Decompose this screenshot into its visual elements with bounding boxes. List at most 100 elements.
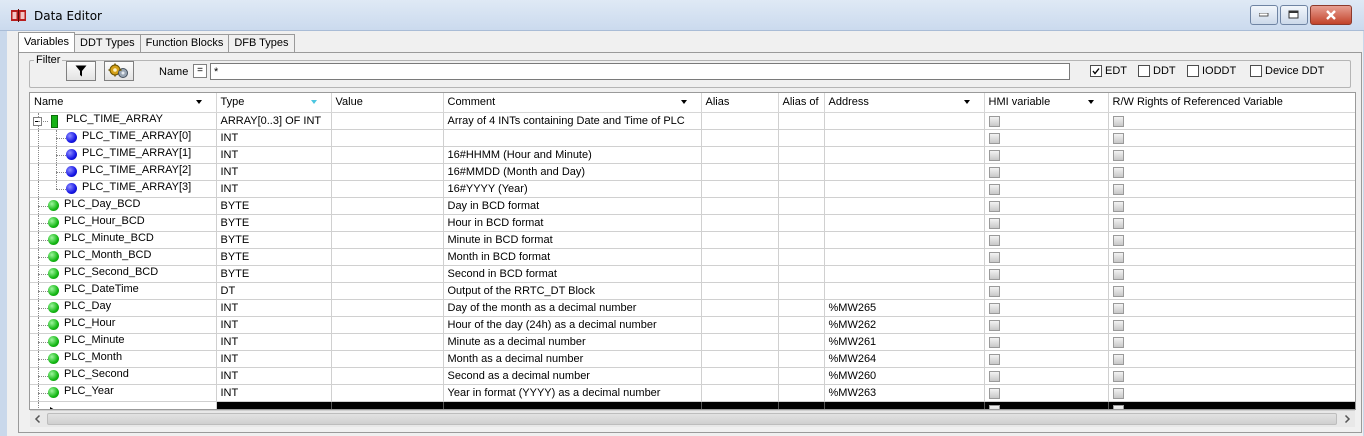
ioddt-checkbox[interactable]: IODDT xyxy=(1187,65,1236,77)
column-header-type[interactable]: Type xyxy=(216,93,332,113)
alias-cell[interactable] xyxy=(701,299,779,317)
value-cell[interactable] xyxy=(331,146,444,164)
new-entry-cell[interactable] xyxy=(701,401,779,409)
comment-cell[interactable]: Hour of the day (24h) as a decimal numbe… xyxy=(443,316,702,334)
name-cell[interactable]: PLC_Day_BCD xyxy=(30,197,217,215)
rw-checkbox-icon[interactable] xyxy=(1112,252,1124,263)
alias-cell[interactable] xyxy=(701,112,779,130)
table-row[interactable]: PLC_Year INT Year in format (YYYY) as a de… xyxy=(30,384,1355,402)
type-cell[interactable]: INT xyxy=(216,384,332,402)
tab-variables[interactable]: Variables xyxy=(18,32,76,52)
address-cell[interactable]: %MW262 xyxy=(824,316,985,334)
type-cell[interactable]: INT xyxy=(216,367,332,385)
name-cell[interactable]: PLC_DateTime xyxy=(30,282,217,300)
value-cell[interactable] xyxy=(331,316,444,334)
hmi-checkbox-icon[interactable] xyxy=(988,269,1000,280)
column-header-value[interactable]: Value xyxy=(331,93,444,113)
name-cell[interactable]: PLC_Month xyxy=(30,350,217,368)
type-cell[interactable]: BYTE xyxy=(216,197,332,215)
new-entry-cell[interactable] xyxy=(824,401,985,409)
comment-cell[interactable]: 16#MMDD (Month and Day) xyxy=(443,163,702,181)
type-cell[interactable]: BYTE xyxy=(216,265,332,283)
maximize-button[interactable] xyxy=(1280,5,1308,25)
address-cell[interactable] xyxy=(824,197,985,215)
column-header-alias[interactable]: Alias xyxy=(701,93,779,113)
edt-checkbox[interactable]: EDT xyxy=(1090,65,1127,77)
alias-cell[interactable] xyxy=(701,316,779,334)
name-cell[interactable]: PLC_Hour xyxy=(30,316,217,334)
address-cell[interactable] xyxy=(824,112,985,130)
rw-rights-cell[interactable] xyxy=(1108,265,1355,283)
alias-of-cell[interactable] xyxy=(778,214,825,232)
alias-cell[interactable] xyxy=(701,333,779,351)
scroll-left-icon[interactable] xyxy=(33,414,43,424)
rw-rights-cell[interactable] xyxy=(1108,282,1355,300)
table-row[interactable]: PLC_TIME_ARRAY[1] INT 16#HHMM (Hour and Mi… xyxy=(30,146,1355,164)
column-header-address[interactable]: Address xyxy=(824,93,985,113)
close-button[interactable] xyxy=(1310,5,1352,25)
address-cell[interactable] xyxy=(824,265,985,283)
name-cell[interactable]: PLC_TIME_ARRAY[0] xyxy=(30,129,217,147)
type-cell[interactable]: BYTE xyxy=(216,231,332,249)
column-header-hmi-variable[interactable]: HMI variable xyxy=(984,93,1109,113)
value-cell[interactable] xyxy=(331,350,444,368)
hmi-cell[interactable] xyxy=(984,163,1109,181)
filter-settings-button[interactable] xyxy=(104,61,134,81)
table-row[interactable]: PLC_Minute INT Minute as a decimal number%… xyxy=(30,333,1355,351)
rw-rights-cell[interactable] xyxy=(1108,197,1355,215)
alias-of-cell[interactable] xyxy=(778,265,825,283)
type-cell[interactable]: INT xyxy=(216,180,332,198)
address-cell[interactable] xyxy=(824,282,985,300)
rw-checkbox-icon[interactable] xyxy=(1112,116,1124,127)
hmi-checkbox-icon[interactable] xyxy=(988,354,1000,365)
hmi-cell[interactable] xyxy=(984,265,1109,283)
new-entry-cell[interactable] xyxy=(331,401,444,409)
comment-cell[interactable]: Second in BCD format xyxy=(443,265,702,283)
alias-of-cell[interactable] xyxy=(778,197,825,215)
name-cell[interactable]: PLC_Minute_BCD xyxy=(30,231,217,249)
table-row[interactable]: PLC_TIME_ARRAY[3] INT 16#YYYY (Year) xyxy=(30,180,1355,198)
comment-cell[interactable]: 16#YYYY (Year) xyxy=(443,180,702,198)
value-cell[interactable] xyxy=(331,367,444,385)
alias-of-cell[interactable] xyxy=(778,316,825,334)
alias-cell[interactable] xyxy=(701,197,779,215)
hmi-cell[interactable] xyxy=(984,248,1109,266)
hmi-checkbox-icon[interactable] xyxy=(988,252,1000,263)
value-cell[interactable] xyxy=(331,231,444,249)
rw-checkbox-icon[interactable] xyxy=(1112,235,1124,246)
type-cell[interactable]: INT xyxy=(216,129,332,147)
alias-of-cell[interactable] xyxy=(778,384,825,402)
hmi-cell[interactable] xyxy=(984,299,1109,317)
hmi-checkbox-icon[interactable] xyxy=(988,303,1000,314)
name-cell[interactable]: PLC_Second_BCD xyxy=(30,265,217,283)
comment-cell[interactable] xyxy=(443,129,702,147)
table-row[interactable]: PLC_Day INT Day of the month as a decimal … xyxy=(30,299,1355,317)
address-cell[interactable] xyxy=(824,129,985,147)
table-row[interactable]: PLC_TIME_ARRAY[2] INT 16#MMDD (Month and D… xyxy=(30,163,1355,181)
rw-checkbox-icon[interactable] xyxy=(1112,286,1124,297)
hmi-cell[interactable] xyxy=(984,197,1109,215)
hmi-cell[interactable] xyxy=(984,112,1109,130)
scrollbar-thumb[interactable] xyxy=(47,413,1337,425)
name-filter-input[interactable] xyxy=(210,63,1070,80)
minimize-button[interactable] xyxy=(1250,5,1278,25)
value-cell[interactable] xyxy=(331,214,444,232)
new-entry-cell[interactable] xyxy=(443,401,702,409)
rw-rights-cell[interactable] xyxy=(1108,163,1355,181)
value-cell[interactable] xyxy=(331,112,444,130)
name-cell[interactable]: PLC_Minute xyxy=(30,333,217,351)
hmi-checkbox-icon[interactable] xyxy=(988,235,1000,246)
hmi-checkbox-icon[interactable] xyxy=(988,184,1000,195)
alias-of-cell[interactable] xyxy=(778,248,825,266)
comment-cell[interactable]: Month as a decimal number xyxy=(443,350,702,368)
name-cell[interactable]: PLC_Month_BCD xyxy=(30,248,217,266)
value-cell[interactable] xyxy=(331,197,444,215)
table-row[interactable]: PLC_Month_BCD BYTE Month in BCD format xyxy=(30,248,1355,266)
hmi-cell[interactable] xyxy=(984,316,1109,334)
alias-of-cell[interactable] xyxy=(778,333,825,351)
alias-of-cell[interactable] xyxy=(778,282,825,300)
type-cell[interactable]: INT xyxy=(216,163,332,181)
comment-cell[interactable]: Minute in BCD format xyxy=(443,231,702,249)
alias-of-cell[interactable] xyxy=(778,367,825,385)
hmi-cell[interactable] xyxy=(984,282,1109,300)
